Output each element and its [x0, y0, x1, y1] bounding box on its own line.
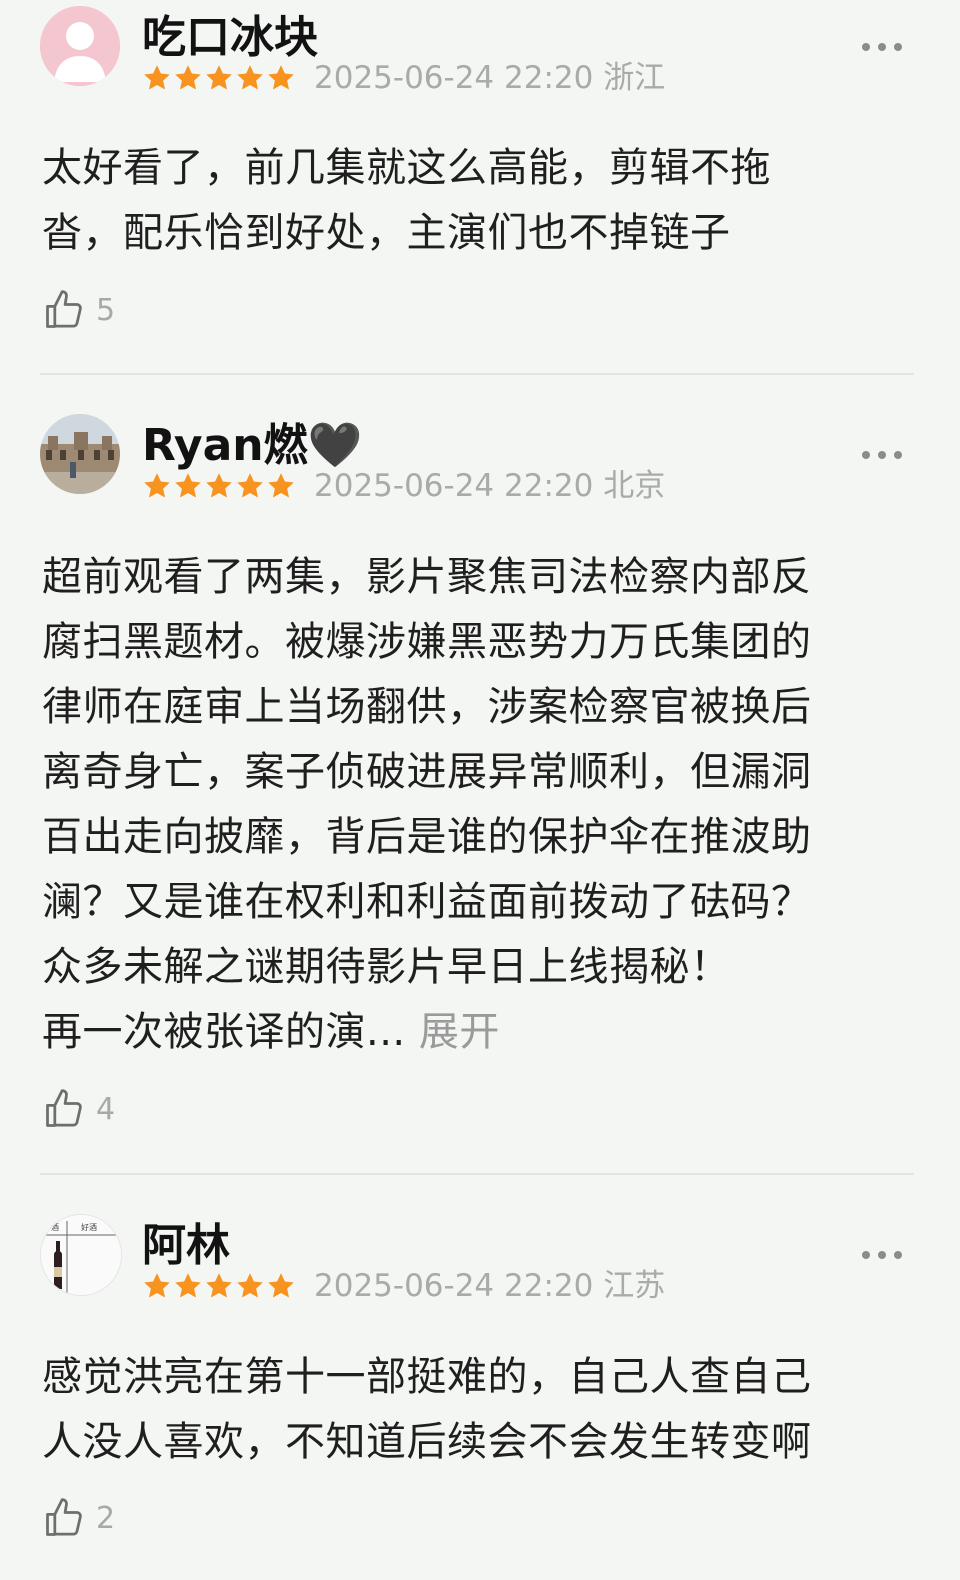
comment-line: 律师在庭审上当场翻供，涉案检察官被换后 [42, 684, 812, 730]
username[interactable]: 阿林 [142, 1220, 230, 1272]
comment-line: 离奇身亡，案子侦破进展异常顺利，但漏洞 [42, 749, 812, 795]
star-icon [175, 473, 201, 498]
divider [40, 373, 914, 375]
comment-line: 百出走向披靡，背后是谁的保护伞在推波助 [42, 814, 812, 860]
star-icon [237, 65, 263, 90]
comment-list: 吃口冰块 2025-06-24 22:20 浙江 太好看了，前几集就这么高能，剪… [0, 0, 960, 1580]
like-button[interactable]: 5 [42, 286, 115, 334]
building-photo-avatar-icon [40, 414, 120, 494]
comment-text: 感觉洪亮在第十一部挺难的，自己人查自己 人没人喜欢，不知道后续会不会发生转变啊 [42, 1345, 922, 1475]
thumbs-up-icon [46, 290, 82, 328]
like-button[interactable]: 2 [42, 1494, 115, 1542]
star-icon [237, 1273, 263, 1298]
comment-meta: 2025-06-24 22:20 江苏 [314, 1268, 666, 1304]
default-person-avatar-icon [40, 6, 120, 86]
expand-link[interactable]: 展开 [419, 1009, 500, 1055]
dot-icon [894, 451, 902, 459]
more-options-button[interactable] [862, 449, 902, 461]
wine-bottle-avatar-icon: 酒 好酒 [41, 1215, 121, 1295]
like-button[interactable]: 4 [42, 1085, 115, 1133]
comment-line-truncated: 再一次被张译的演... 展开 [42, 1000, 922, 1065]
like-count: 4 [96, 1091, 116, 1127]
more-options-button[interactable] [862, 1249, 902, 1261]
avatar[interactable]: 酒 好酒 [40, 1214, 122, 1296]
comment-line: 沓，配乐恰到好处，主演们也不掉链子 [42, 210, 731, 256]
like-count: 2 [96, 1500, 116, 1536]
comment-text: 太好看了，前几集就这么高能，剪辑不拖 沓，配乐恰到好处，主演们也不掉链子 [42, 136, 922, 266]
username[interactable]: Ryan燃🖤 [142, 420, 362, 472]
star-icon [175, 1273, 201, 1298]
thumbs-up-icon [46, 1089, 82, 1127]
star-icon [268, 65, 294, 90]
comment-line: 感觉洪亮在第十一部挺难的，自己人查自己 [42, 1354, 812, 1400]
comment-line: 太好看了，前几集就这么高能，剪辑不拖 [42, 145, 771, 191]
divider [40, 1173, 914, 1175]
dot-icon [862, 43, 870, 51]
star-icon [237, 473, 263, 498]
comment-line: 众多未解之谜期待影片早日上线揭秘！ [42, 944, 731, 990]
dot-icon [878, 451, 886, 459]
like-count: 5 [96, 292, 116, 328]
star-icon [268, 473, 294, 498]
comment-line: 澜？又是谁在权利和利益面前拨动了砝码？ [42, 879, 812, 925]
star-icon [144, 1273, 170, 1298]
avatar[interactable] [40, 414, 120, 494]
comment-line: 超前观看了两集，影片聚焦司法检察内部反 [42, 554, 812, 600]
avatar[interactable] [40, 6, 120, 86]
star-icon [268, 1273, 294, 1298]
truncated-text: 再一次被张译的演... [42, 1009, 406, 1055]
dot-icon [878, 1251, 886, 1259]
avatar-text: 酒 [51, 1223, 59, 1232]
star-icon [206, 65, 232, 90]
star-icon [206, 473, 232, 498]
star-rating [142, 63, 296, 93]
more-options-button[interactable] [862, 41, 902, 53]
dot-icon [862, 1251, 870, 1259]
dot-icon [894, 1251, 902, 1259]
thumbs-up-icon [46, 1498, 82, 1536]
dot-icon [894, 43, 902, 51]
star-icon [144, 473, 170, 498]
comment-line: 腐扫黑题材。被爆涉嫌黑恶势力万氏集团的 [42, 619, 812, 665]
star-icon [175, 65, 201, 90]
username[interactable]: 吃口冰块 [142, 12, 318, 64]
comment-text: 超前观看了两集，影片聚焦司法检察内部反 腐扫黑题材。被爆涉嫌黑恶势力万氏集团的 … [42, 545, 922, 1065]
star-icon [144, 65, 170, 90]
star-rating [142, 1271, 296, 1301]
comment-meta: 2025-06-24 22:20 浙江 [314, 60, 666, 96]
star-rating [142, 471, 296, 501]
dot-icon [878, 43, 886, 51]
comment-meta: 2025-06-24 22:20 北京 [314, 468, 666, 504]
avatar-text: 好酒 [81, 1222, 97, 1232]
star-icon [206, 1273, 232, 1298]
comment-line: 人没人喜欢，不知道后续会不会发生转变啊 [42, 1419, 812, 1465]
dot-icon [862, 451, 870, 459]
